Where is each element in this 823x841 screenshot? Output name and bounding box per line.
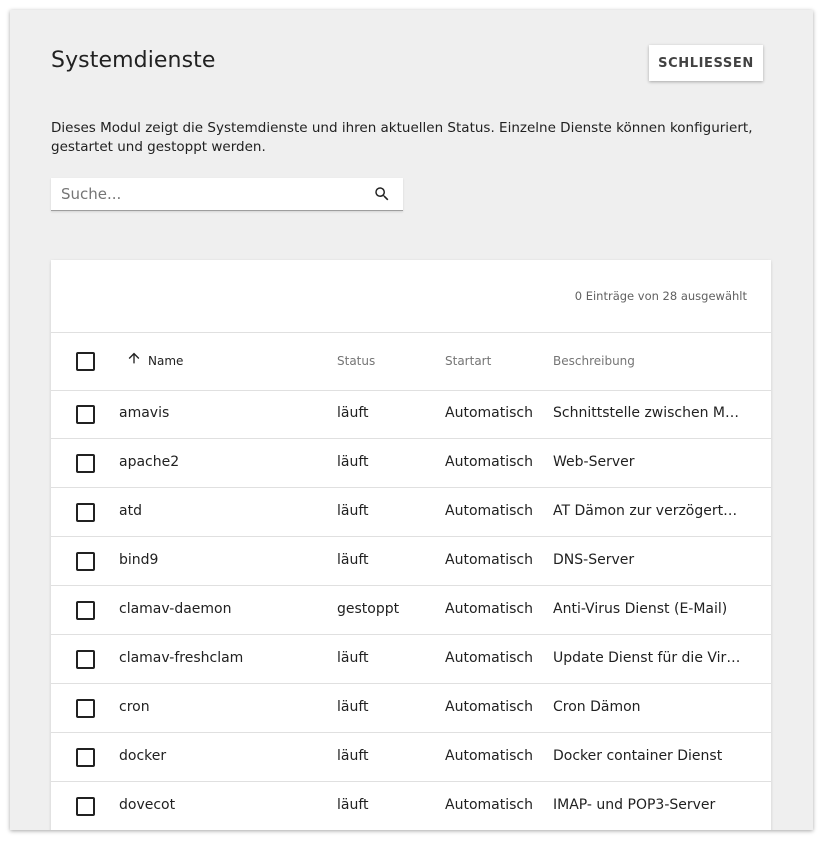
column-header-description[interactable]: Beschreibung xyxy=(553,354,635,368)
column-header-status[interactable]: Status xyxy=(337,354,375,368)
row-checkbox[interactable] xyxy=(76,405,95,424)
module-description: Dieses Modul zeigt die Systemdienste und… xyxy=(51,120,753,155)
search-box xyxy=(51,178,403,211)
service-name: atd xyxy=(119,503,142,519)
service-name: cron xyxy=(119,699,150,715)
selection-count: 0 Einträge von 28 ausgewählt xyxy=(574,289,747,303)
select-all-checkbox[interactable] xyxy=(76,352,95,371)
row-checkbox[interactable] xyxy=(76,748,95,767)
table-row[interactable]: apache2 läuft Automatisch Web-Server xyxy=(51,439,771,488)
grid-header-row: Name Status Startart Beschreibung xyxy=(51,332,771,391)
service-description: Web-Server xyxy=(553,454,635,470)
service-description: Cron Dämon xyxy=(553,699,641,715)
column-header-start-type[interactable]: Startart xyxy=(445,354,491,368)
service-start-type: Automatisch xyxy=(445,601,533,617)
service-name: docker xyxy=(119,748,167,764)
row-checkbox[interactable] xyxy=(76,650,95,669)
row-checkbox[interactable] xyxy=(76,601,95,620)
service-start-type: Automatisch xyxy=(445,748,533,764)
table-row[interactable]: cron läuft Automatisch Cron Dämon xyxy=(51,684,771,733)
service-status: läuft xyxy=(337,699,369,715)
service-status: läuft xyxy=(337,405,369,421)
table-row[interactable]: dovecot läuft Automatisch IMAP- und POP3… xyxy=(51,782,771,830)
services-grid: 0 Einträge von 28 ausgewählt Name Status… xyxy=(51,260,771,830)
page-background: Systemdienste SCHLIESSEN Dieses Modul ze… xyxy=(0,0,823,841)
service-start-type: Automatisch xyxy=(445,552,533,568)
close-button[interactable]: SCHLIESSEN xyxy=(649,45,763,81)
service-name: bind9 xyxy=(119,552,159,568)
service-start-type: Automatisch xyxy=(445,454,533,470)
table-row[interactable]: clamav-freshclam läuft Automatisch Updat… xyxy=(51,635,771,684)
service-description: AT Dämon zur verzögerten A… xyxy=(553,503,745,519)
column-header-name[interactable]: Name xyxy=(148,354,183,368)
service-status: läuft xyxy=(337,650,369,666)
service-start-type: Automatisch xyxy=(445,405,533,421)
table-row[interactable]: amavis läuft Automatisch Schnittstelle z… xyxy=(51,390,771,439)
arrow-up-icon[interactable] xyxy=(126,350,142,366)
service-status: läuft xyxy=(337,797,369,813)
table-row[interactable]: atd läuft Automatisch AT Dämon zur verzö… xyxy=(51,488,771,537)
search-input[interactable] xyxy=(61,178,361,210)
row-checkbox[interactable] xyxy=(76,797,95,816)
service-start-type: Automatisch xyxy=(445,797,533,813)
service-name: clamav-daemon xyxy=(119,601,232,617)
service-name: clamav-freshclam xyxy=(119,650,244,666)
service-status: läuft xyxy=(337,552,369,568)
service-description: IMAP- und POP3-Server xyxy=(553,797,716,813)
service-status: gestoppt xyxy=(337,601,400,617)
page-title: Systemdienste xyxy=(51,48,216,73)
service-description: DNS-Server xyxy=(553,552,635,568)
service-start-type: Automatisch xyxy=(445,699,533,715)
service-start-type: Automatisch xyxy=(445,503,533,519)
search-icon[interactable] xyxy=(373,185,391,203)
service-name: apache2 xyxy=(119,454,180,470)
service-status: läuft xyxy=(337,748,369,764)
service-name: dovecot xyxy=(119,797,176,813)
row-checkbox[interactable] xyxy=(76,552,95,571)
service-start-type: Automatisch xyxy=(445,650,533,666)
service-description: Update Dienst für die Virus-D… xyxy=(553,650,745,666)
table-row[interactable]: bind9 läuft Automatisch DNS-Server xyxy=(51,537,771,586)
row-checkbox[interactable] xyxy=(76,454,95,473)
service-description: Schnittstelle zwischen Mail-S… xyxy=(553,405,745,421)
service-status: läuft xyxy=(337,503,369,519)
row-checkbox[interactable] xyxy=(76,503,95,522)
row-checkbox[interactable] xyxy=(76,699,95,718)
table-row[interactable]: docker läuft Automatisch Docker containe… xyxy=(51,733,771,782)
table-row[interactable]: clamav-daemon gestoppt Automatisch Anti-… xyxy=(51,586,771,635)
services-dialog: Systemdienste SCHLIESSEN Dieses Modul ze… xyxy=(10,10,813,830)
service-name: amavis xyxy=(119,405,170,421)
service-description: Docker container Dienst xyxy=(553,748,723,764)
service-description: Anti-Virus Dienst (E-Mail) xyxy=(553,601,728,617)
service-status: läuft xyxy=(337,454,369,470)
